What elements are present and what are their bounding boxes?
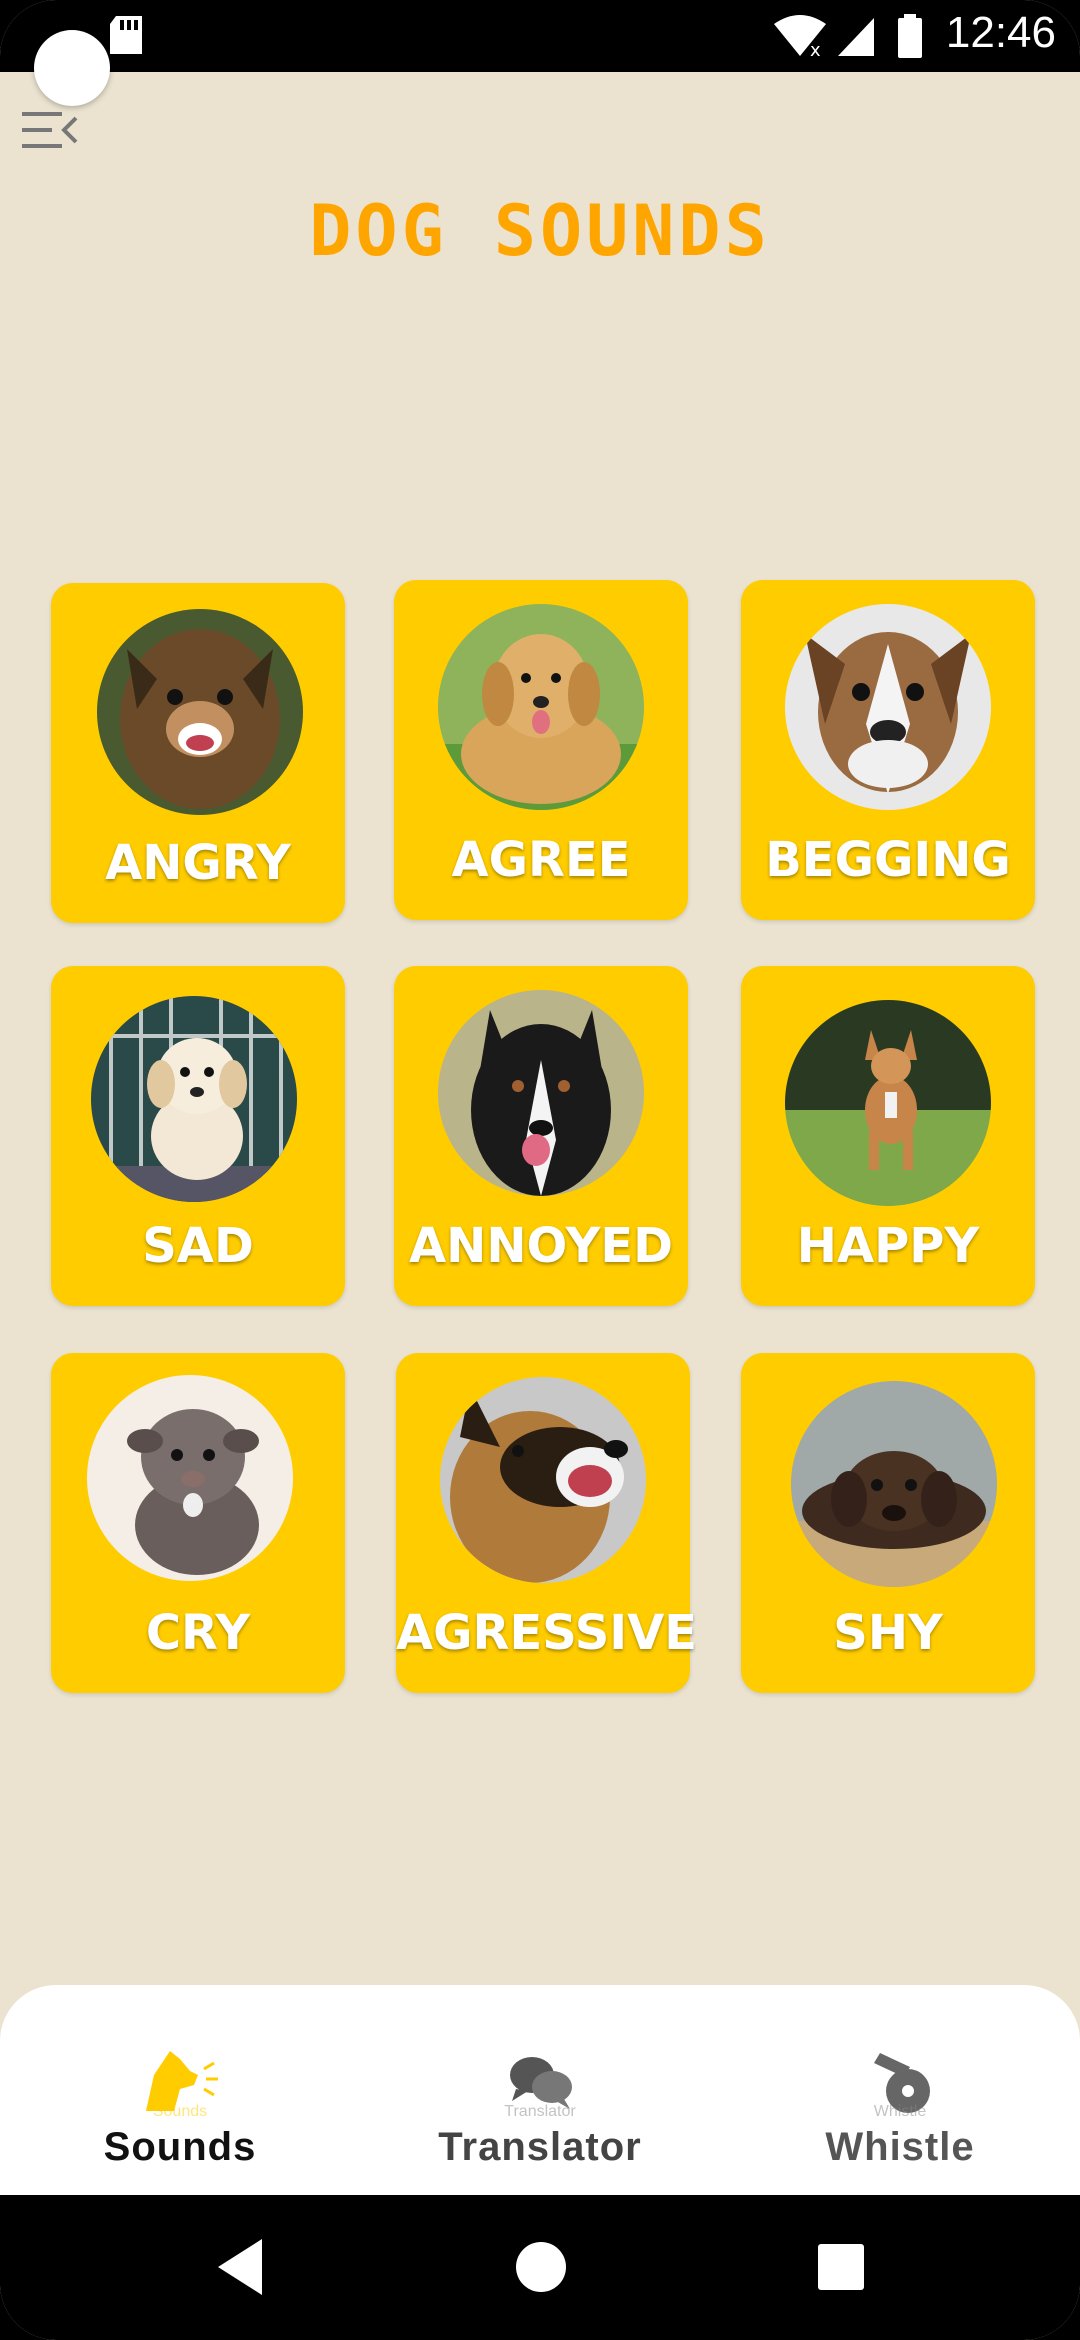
- sound-label: ANNOYED: [409, 1218, 673, 1274]
- sound-label: CRY: [145, 1605, 251, 1661]
- golden-retriever-photo: [438, 604, 644, 810]
- sd-card-icon: [110, 16, 142, 54]
- pitbull-puppy-photo: [87, 1375, 293, 1581]
- status-bar: x 12:46: [0, 0, 1080, 72]
- sound-label: BEGGING: [765, 832, 1011, 888]
- menu-icon[interactable]: [20, 110, 80, 150]
- nav-ghost-label: Translator: [504, 2103, 576, 2120]
- running-dog-photo: [785, 1000, 991, 1206]
- nav-sounds[interactable]: Sounds Sounds: [30, 2045, 330, 2185]
- sound-label: ANGRY: [105, 835, 291, 891]
- german-shepherd-photo: [440, 1377, 646, 1583]
- border-collie-photo: [438, 990, 644, 1196]
- puppy-in-crate-photo: [91, 996, 297, 1202]
- sound-card-angry[interactable]: ANGRY: [51, 583, 345, 923]
- nav-label: Whistle: [825, 2125, 975, 2169]
- page-title: DOG SOUNDS: [309, 190, 771, 272]
- angry-dog-photo: [97, 609, 303, 815]
- sound-card-shy[interactable]: SHY: [741, 1353, 1035, 1693]
- sound-card-agree[interactable]: AGREE: [394, 580, 688, 920]
- labrador-photo: [791, 1381, 997, 1587]
- nav-whistle[interactable]: Whistle Whistle: [750, 2045, 1050, 2185]
- sound-card-sad[interactable]: SAD: [51, 966, 345, 1306]
- sound-card-annoyed[interactable]: ANNOYED: [394, 966, 688, 1306]
- system-navigation-bar: [0, 2195, 1080, 2340]
- nav-translator[interactable]: Translator Translator: [390, 2045, 690, 2185]
- touch-indicator: [34, 30, 110, 106]
- boxer-dog-photo: [785, 604, 991, 810]
- status-time: 12:46: [945, 8, 1056, 57]
- sound-label: SAD: [142, 1218, 254, 1274]
- back-icon[interactable]: [212, 2235, 268, 2299]
- wifi-icon: x: [774, 15, 826, 58]
- signal-icon: [838, 18, 874, 56]
- sound-label: SHY: [833, 1605, 943, 1661]
- recents-icon[interactable]: [816, 2235, 866, 2299]
- nav-label: Translator: [438, 2125, 642, 2169]
- sound-card-happy[interactable]: HAPPY: [741, 966, 1035, 1306]
- battery-icon: [898, 14, 922, 58]
- svg-text:x: x: [810, 40, 821, 58]
- sound-card-agressive[interactable]: AGRESSIVE: [396, 1353, 698, 1693]
- sound-label: AGRESSIVE: [396, 1605, 698, 1661]
- app-screen: x 12:46 DOG SOUNDS ANGRY AGREE BEGGING S…: [0, 0, 1080, 2340]
- sound-card-cry[interactable]: CRY: [51, 1353, 345, 1693]
- sound-label: HAPPY: [796, 1218, 980, 1274]
- sound-card-begging[interactable]: BEGGING: [741, 580, 1035, 920]
- nav-label: Sounds: [103, 2125, 257, 2169]
- home-icon[interactable]: [514, 2235, 568, 2299]
- sound-label: AGREE: [451, 832, 631, 888]
- nav-ghost-label: Sounds: [152, 2103, 208, 2120]
- bottom-navigation: Sounds Sounds Translator Translator Whis…: [0, 1985, 1080, 2195]
- nav-ghost-label: Whistle: [873, 2103, 927, 2120]
